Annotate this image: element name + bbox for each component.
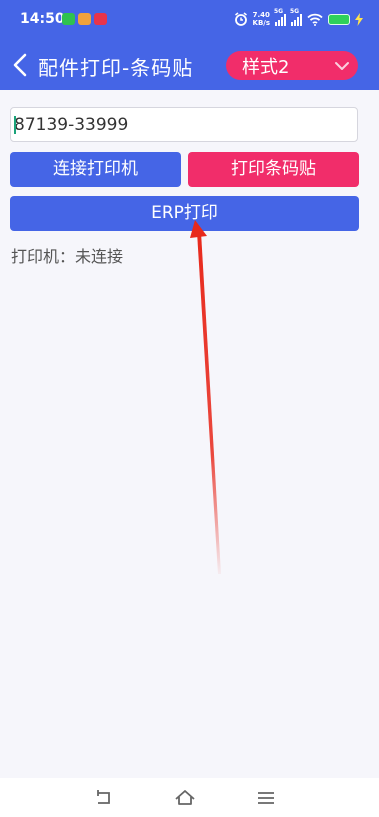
text-caret [14, 116, 16, 134]
signal-icon: 5G [274, 8, 286, 26]
style-select-value: 样式2 [242, 57, 290, 78]
system-nav-bar [0, 778, 379, 817]
page-title: 配件打印-条码贴 [38, 56, 194, 80]
wechat-icon [62, 13, 75, 25]
main-content: 连接打印机 打印条码贴 ERP打印 打印机：未连接 [0, 90, 379, 778]
erp-print-button[interactable]: ERP打印 [10, 196, 359, 231]
battery-icon [328, 13, 350, 25]
signal-icon: 5G [290, 8, 302, 26]
home-icon[interactable] [174, 787, 196, 809]
printer-status: 打印机：未连接 [11, 247, 124, 266]
alarm-icon [234, 12, 247, 26]
status-time: 14:50 [20, 11, 65, 27]
print-barcode-button[interactable]: 打印条码贴 [188, 152, 359, 187]
net-speed-value: 7.40 [252, 11, 270, 19]
wifi-icon [307, 13, 323, 26]
net-speed-unit: KB/s [252, 19, 270, 27]
chevron-down-icon [335, 62, 349, 70]
chevron-left-icon[interactable] [10, 52, 32, 78]
net-speed: 7.40 KB/s [253, 11, 270, 27]
back-icon[interactable] [93, 787, 115, 809]
notification-icons [62, 13, 107, 25]
charging-icon [355, 12, 363, 26]
barcode-input[interactable] [10, 107, 358, 142]
connect-printer-button[interactable]: 连接打印机 [10, 152, 181, 187]
app-icon [94, 13, 107, 25]
menu-icon[interactable] [255, 787, 277, 809]
status-indicators: 7.40 KB/s 5G 5G [234, 8, 363, 27]
sim1-label: 5G [274, 8, 284, 15]
status-bar: 14:50 7.40 KB/s 5G 5G [0, 0, 379, 40]
sim2-label: 5G [290, 8, 300, 15]
style-select[interactable]: 样式2 [226, 51, 358, 80]
app-icon [78, 13, 91, 25]
app-header: 配件打印-条码贴 样式2 [0, 40, 379, 90]
